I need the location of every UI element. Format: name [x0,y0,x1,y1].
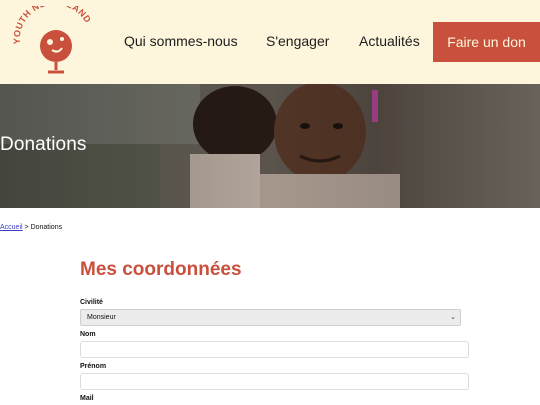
breadcrumb-home-link[interactable]: Accueil [0,224,23,231]
civilite-selected-value: Monsieur [87,314,116,321]
nom-input[interactable] [80,341,469,358]
breadcrumb-separator: > [22,224,31,231]
form-section-title: Mes coordonnées [80,259,242,280]
youth-neverland-logo[interactable]: YOUTH NEVERLAND [12,6,96,78]
prenom-input[interactable] [80,373,469,390]
chevron-down-icon: ⌄ [450,314,456,321]
civilite-label: Civilité [80,299,103,306]
civilite-select[interactable]: Monsieur ⌄ [80,309,461,326]
nom-label: Nom [80,331,96,338]
nav-s-engager[interactable]: S'engager [266,33,329,49]
nav-qui-sommes-nous[interactable]: Qui sommes-nous [124,33,238,49]
mail-label: Mail [80,395,94,402]
breadcrumb: Accueil > Donations [0,224,62,231]
prenom-label: Prénom [80,363,107,370]
page-title: Donations [0,134,87,155]
site-header: YOUTH NEVERLAND Qui sommes-nous S'engage… [0,0,540,84]
nav-actualites[interactable]: Actualités [359,33,420,49]
breadcrumb-current: Donations [30,224,63,231]
donate-button[interactable]: Faire un don [433,22,540,62]
